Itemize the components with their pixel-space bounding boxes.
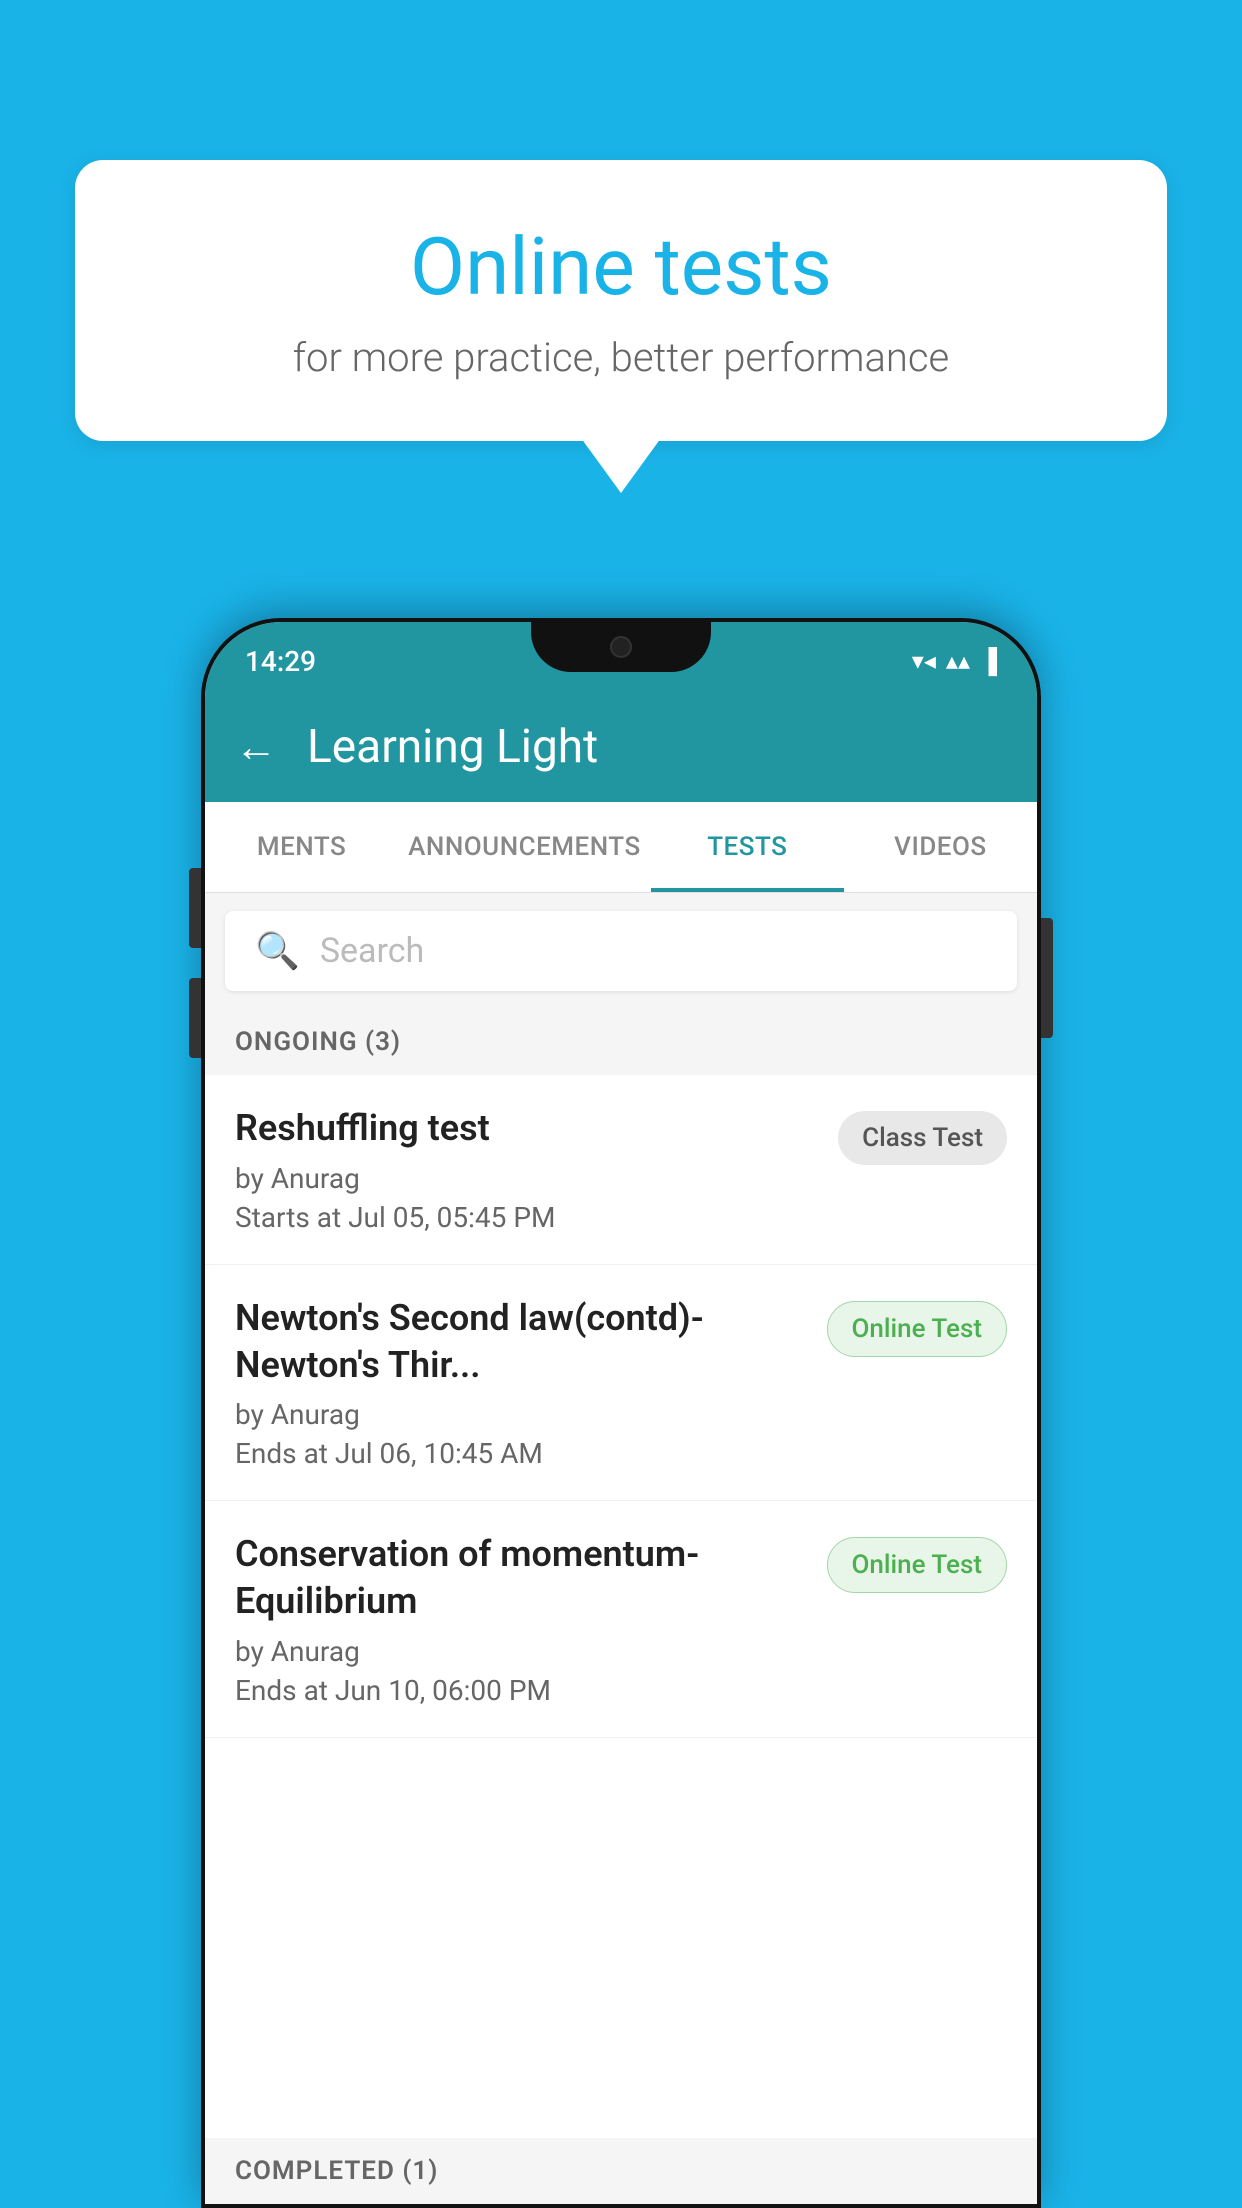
- speech-bubble: Online tests for more practice, better p…: [75, 160, 1167, 441]
- speech-bubble-subtitle: for more practice, better performance: [145, 334, 1097, 381]
- test-title: Newton's Second law(contd)-Newton's Thir…: [235, 1295, 807, 1389]
- wifi-icon: ▾◂: [912, 647, 936, 675]
- search-icon: 🔍: [255, 930, 300, 972]
- test-list: Reshuffling test by Anurag Starts at Jul…: [205, 1075, 1037, 1738]
- battery-icon: ▐: [980, 647, 997, 676]
- tab-announcements[interactable]: ANNOUNCEMENTS: [398, 802, 651, 892]
- search-container: 🔍 Search: [205, 893, 1037, 1009]
- speech-bubble-title: Online tests: [145, 220, 1097, 314]
- test-item[interactable]: Newton's Second law(contd)-Newton's Thir…: [205, 1265, 1037, 1502]
- app-title: Learning Light: [307, 720, 598, 774]
- tabs-container: MENTS ANNOUNCEMENTS TESTS VIDEOS: [205, 802, 1037, 893]
- test-author: by Anurag: [235, 1398, 807, 1431]
- tab-tests[interactable]: TESTS: [651, 802, 844, 892]
- ongoing-section-header: ONGOING (3): [205, 1009, 1037, 1075]
- front-camera: [610, 636, 632, 658]
- test-time: Starts at Jul 05, 05:45 PM: [235, 1201, 818, 1234]
- test-info: Newton's Second law(contd)-Newton's Thir…: [235, 1295, 827, 1471]
- status-icons: ▾◂ ▴▴ ▐: [912, 647, 997, 676]
- status-time: 14:29: [245, 645, 316, 678]
- test-title: Reshuffling test: [235, 1105, 818, 1152]
- test-info: Reshuffling test by Anurag Starts at Jul…: [235, 1105, 838, 1234]
- tab-videos[interactable]: VIDEOS: [844, 802, 1037, 892]
- test-badge-online: Online Test: [827, 1301, 1008, 1357]
- test-badge-class: Class Test: [838, 1111, 1007, 1165]
- test-time: Ends at Jul 06, 10:45 AM: [235, 1437, 807, 1470]
- test-title: Conservation of momentum-Equilibrium: [235, 1531, 807, 1625]
- volume-up-button[interactable]: [189, 868, 201, 948]
- signal-icon: ▴▴: [946, 647, 970, 675]
- phone-screen: 14:29 ▾◂ ▴▴ ▐ ← Learning Light MENTS ANN…: [205, 622, 1037, 2204]
- search-placeholder: Search: [320, 931, 424, 971]
- test-info: Conservation of momentum-Equilibrium by …: [235, 1531, 827, 1707]
- back-button[interactable]: ←: [235, 723, 277, 772]
- search-input[interactable]: 🔍 Search: [225, 911, 1017, 991]
- volume-down-button[interactable]: [189, 978, 201, 1058]
- tab-ments[interactable]: MENTS: [205, 802, 398, 892]
- completed-section-header: COMPLETED (1): [205, 2138, 1037, 2204]
- test-time: Ends at Jun 10, 06:00 PM: [235, 1674, 807, 1707]
- speech-bubble-container: Online tests for more practice, better p…: [75, 160, 1167, 441]
- phone-notch: [531, 622, 711, 672]
- test-item[interactable]: Reshuffling test by Anurag Starts at Jul…: [205, 1075, 1037, 1265]
- test-author: by Anurag: [235, 1635, 807, 1668]
- test-author: by Anurag: [235, 1162, 818, 1195]
- test-item[interactable]: Conservation of momentum-Equilibrium by …: [205, 1501, 1037, 1738]
- phone-frame: 14:29 ▾◂ ▴▴ ▐ ← Learning Light MENTS ANN…: [201, 618, 1041, 2208]
- test-badge-online-2: Online Test: [827, 1537, 1008, 1593]
- power-button[interactable]: [1041, 918, 1053, 1038]
- app-bar: ← Learning Light: [205, 692, 1037, 802]
